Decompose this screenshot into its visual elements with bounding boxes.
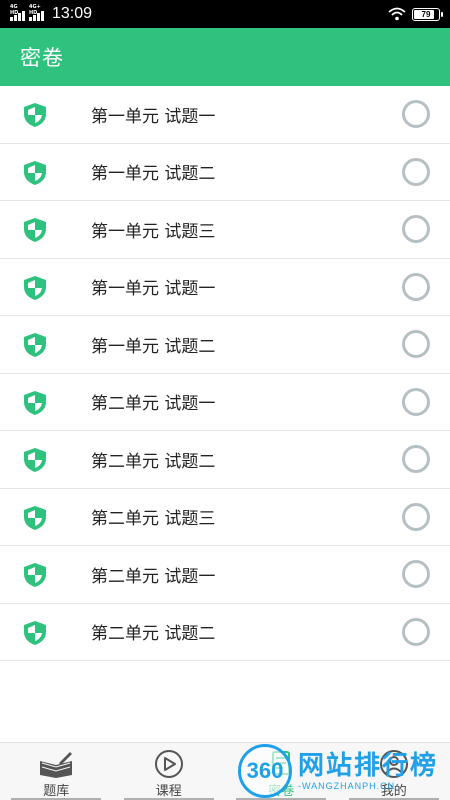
paper-title: 第二单元 试题二 bbox=[91, 451, 216, 472]
select-radio[interactable] bbox=[402, 215, 430, 244]
tab-question-bank[interactable]: 题库 bbox=[0, 743, 113, 800]
paper-title: 第二单元 试题一 bbox=[91, 394, 216, 415]
shield-icon bbox=[24, 218, 46, 242]
tab-label: 题库 bbox=[43, 784, 70, 799]
paper-icon bbox=[272, 751, 291, 775]
shield-icon bbox=[24, 160, 46, 185]
page-title: 密卷 bbox=[20, 46, 64, 70]
bottom-tab-bar: 题库 课程 密卷 我的 bbox=[0, 742, 450, 800]
select-radio[interactable] bbox=[402, 272, 430, 301]
shield-icon bbox=[24, 333, 46, 357]
paper-title: 第二单元 试题二 bbox=[91, 624, 216, 645]
select-radio[interactable] bbox=[402, 560, 430, 589]
select-radio[interactable] bbox=[402, 330, 430, 359]
paper-title: 第一单元 试题一 bbox=[91, 106, 216, 127]
paper-list-item[interactable]: 第二单元 试题二 bbox=[0, 603, 450, 661]
tab-courses[interactable]: 课程 bbox=[113, 743, 226, 800]
shield-icon bbox=[24, 390, 46, 415]
select-radio[interactable] bbox=[402, 387, 430, 416]
shield-icon bbox=[24, 563, 46, 587]
tab-label: 密卷 bbox=[268, 784, 295, 799]
select-radio[interactable] bbox=[402, 100, 430, 129]
paper-title: 第一单元 试题二 bbox=[91, 164, 216, 185]
paper-title: 第二单元 试题一 bbox=[91, 566, 216, 587]
shield-icon bbox=[24, 505, 46, 530]
signal-icon: 4G HD bbox=[10, 4, 25, 21]
paper-list-item[interactable]: 第二单元 试题一 bbox=[0, 373, 450, 431]
paper-title: 第一单元 试题一 bbox=[91, 279, 216, 300]
paper-list-item[interactable]: 第一单元 试题二 bbox=[0, 143, 450, 201]
paper-list-item[interactable]: 第二单元 试题二 bbox=[0, 431, 450, 489]
shield-icon bbox=[24, 275, 46, 300]
user-icon bbox=[379, 750, 408, 778]
paper-title: 第一单元 试题三 bbox=[91, 221, 216, 242]
signal-icon-2: 4G+ HD bbox=[29, 4, 44, 21]
shield-icon bbox=[24, 448, 46, 472]
tab-label: 我的 bbox=[380, 784, 407, 799]
app-bar: 密卷 bbox=[0, 28, 450, 86]
paper-list-item[interactable]: 第一单元 试题一 bbox=[0, 258, 450, 316]
shield-icon bbox=[24, 103, 46, 127]
tab-papers[interactable]: 密卷 bbox=[225, 743, 338, 800]
paper-list: 第一单元 试题一 第一单元 试题二 第一单元 试题三 第一单元 试题一 第一单元 试题二… bbox=[0, 86, 450, 661]
battery-level: 79 bbox=[421, 9, 431, 19]
select-radio[interactable] bbox=[402, 617, 430, 646]
select-radio[interactable] bbox=[402, 157, 430, 186]
select-radio[interactable] bbox=[402, 502, 430, 531]
paper-list-item[interactable]: 第二单元 试题一 bbox=[0, 546, 450, 604]
book-pen-icon bbox=[40, 752, 73, 778]
play-circle-icon bbox=[154, 750, 183, 778]
shield-icon bbox=[24, 620, 46, 645]
paper-list-item[interactable]: 第二单元 试题三 bbox=[0, 488, 450, 546]
wifi-icon bbox=[388, 7, 406, 21]
battery-icon: 79 bbox=[412, 7, 443, 21]
network-label: 4G HD bbox=[10, 4, 19, 16]
clock: 13:09 bbox=[52, 5, 93, 22]
status-bar: 4G HD 4G+ HD 13:09 79 bbox=[0, 0, 450, 28]
tab-label: 课程 bbox=[155, 784, 182, 799]
network-label-2: 4G+ HD bbox=[29, 4, 41, 16]
paper-list-item[interactable]: 第一单元 试题一 bbox=[0, 86, 450, 144]
paper-list-item[interactable]: 第一单元 试题二 bbox=[0, 316, 450, 374]
paper-title: 第二单元 试题三 bbox=[91, 509, 216, 530]
tab-mine[interactable]: 我的 bbox=[338, 743, 450, 800]
select-radio[interactable] bbox=[402, 445, 430, 474]
paper-list-item[interactable]: 第一单元 试题三 bbox=[0, 201, 450, 259]
paper-title: 第一单元 试题二 bbox=[91, 336, 216, 357]
